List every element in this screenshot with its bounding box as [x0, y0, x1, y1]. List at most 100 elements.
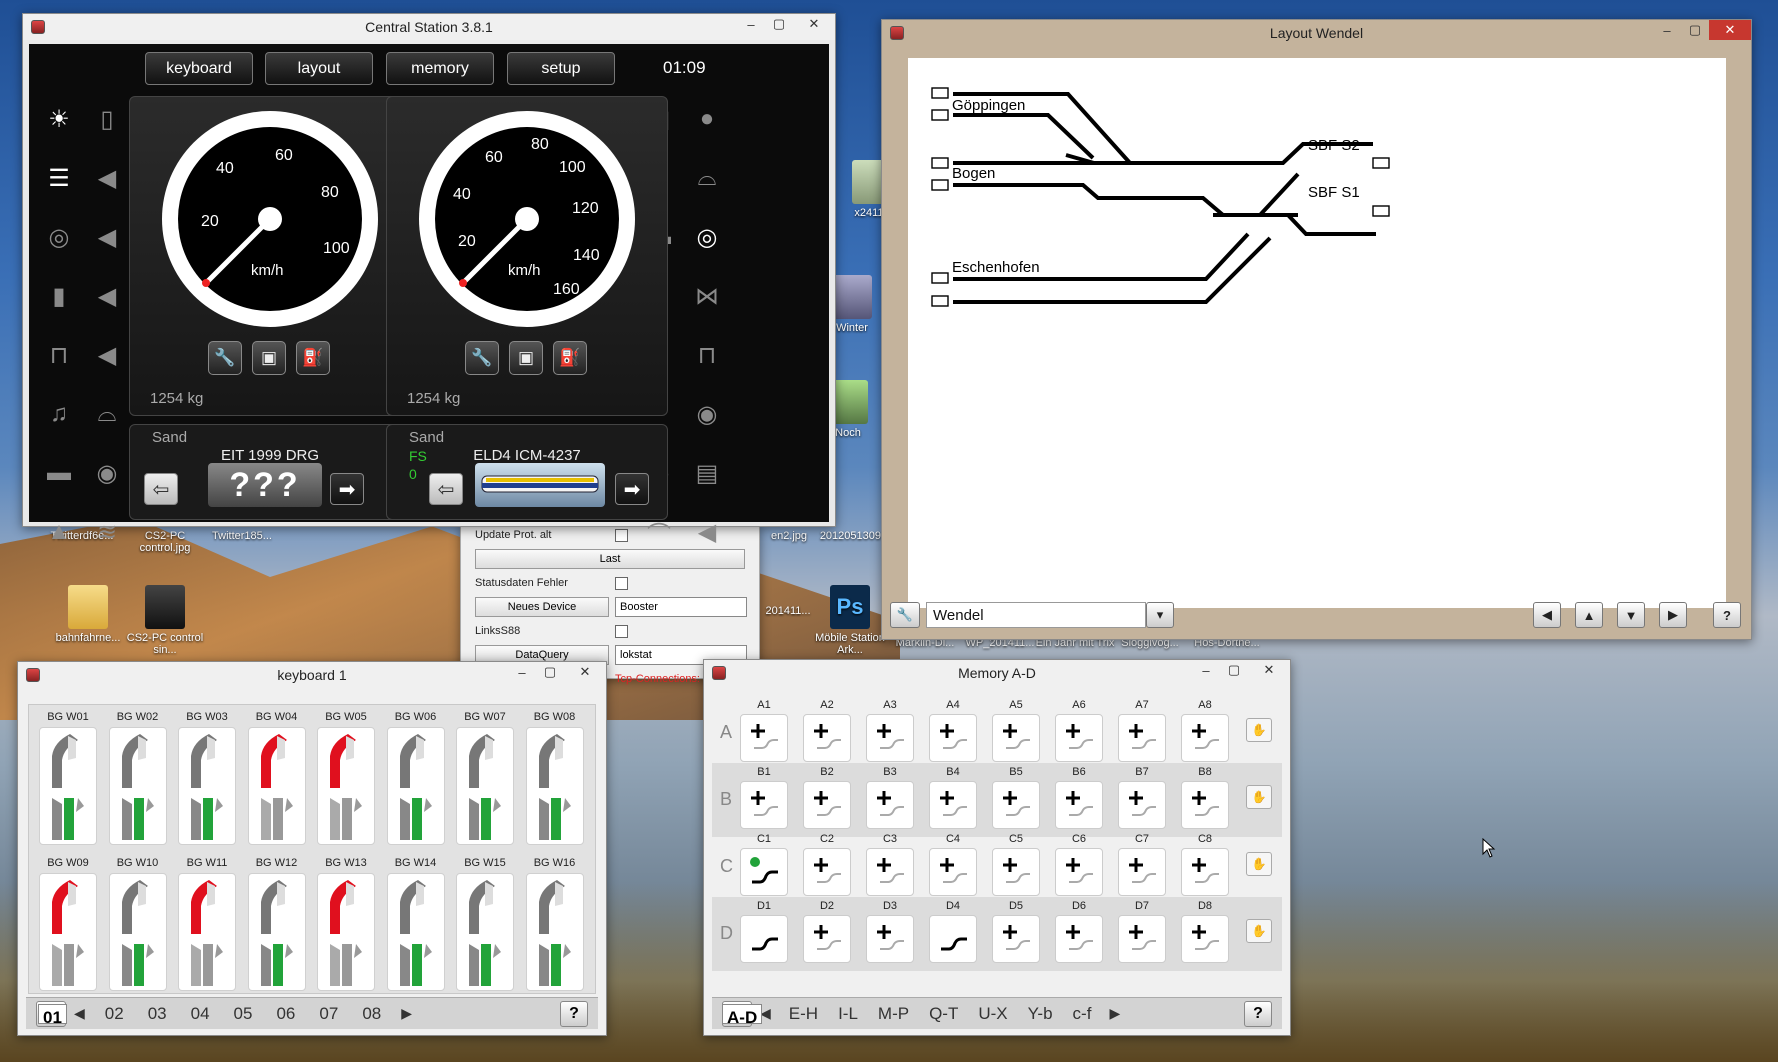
prev-loco-button[interactable]: ⇦ [429, 473, 463, 505]
help-button[interactable]: ? [560, 1000, 588, 1027]
page-c-f[interactable]: c-f [1073, 1004, 1092, 1024]
turnout-cell[interactable]: BG W10 [108, 857, 167, 991]
turnout-cell[interactable]: BG W05 [317, 711, 375, 845]
memory-slot[interactable]: A8 [1181, 696, 1229, 762]
memory-slot-button[interactable] [992, 915, 1040, 963]
turnout-button[interactable] [525, 873, 584, 991]
title-bar[interactable]: Memory A-D – ▢ ✕ [704, 660, 1290, 686]
loco-image-placeholder[interactable]: ??? [208, 463, 322, 507]
bell-icon[interactable]: ▲ [35, 511, 83, 553]
memory-slot-button[interactable] [1055, 915, 1103, 963]
desktop-icon[interactable]: Twitter185... [202, 530, 282, 542]
maximize-button[interactable]: ▢ [536, 662, 564, 682]
memory-slot[interactable]: A4 [929, 696, 977, 762]
memory-slot-button[interactable] [866, 848, 914, 896]
lamp-icon[interactable]: ⌓ [83, 393, 131, 435]
horn3-icon[interactable]: ◀ [83, 275, 131, 317]
desktop-icon[interactable]: CS2-PC control sin... [125, 585, 205, 656]
prev-page-icon[interactable]: ◀ [74, 1005, 85, 1022]
left-speedometer[interactable]: 20 40 60 80 100 km/h [156, 105, 384, 333]
sound-icon[interactable]: ◎ [35, 216, 83, 258]
horn4-icon[interactable]: ◀ [83, 334, 131, 376]
tab-keyboard[interactable]: keyboard [145, 52, 253, 85]
memory-slot[interactable]: A1 [740, 696, 788, 762]
memory-slot-button[interactable] [929, 848, 977, 896]
memory-slot[interactable]: B4 [929, 763, 977, 829]
memory-slot-button[interactable] [803, 781, 851, 829]
fuel-icon[interactable]: ⛽ [553, 341, 587, 375]
turnout-cell[interactable]: BG W06 [386, 711, 445, 845]
lamp2-icon[interactable]: ⌓ [683, 157, 731, 199]
horn2-icon[interactable]: ◀ [83, 216, 131, 258]
memory-slot[interactable]: D5 [992, 897, 1040, 963]
layout-name-field[interactable]: Wendel [926, 602, 1146, 628]
wrench-icon[interactable]: 🔧 [465, 341, 499, 375]
memory-slot-button[interactable] [1181, 848, 1229, 896]
new-device-button[interactable]: Neues Device [475, 597, 609, 617]
next-page-icon[interactable]: ▶ [401, 1005, 412, 1022]
track-diagram[interactable]: Göppingen Bogen Eschenhofen SBF S2 SBF S… [908, 58, 1726, 608]
page-i-l[interactable]: I-L [838, 1004, 858, 1024]
turnout-button[interactable] [178, 873, 236, 991]
close-button[interactable]: ✕ [1248, 660, 1290, 680]
memory-slot-button[interactable] [803, 915, 851, 963]
page-05[interactable]: 05 [234, 1004, 253, 1024]
hand-icon[interactable]: ✋ [1246, 852, 1272, 876]
minimize-button[interactable]: – [737, 14, 765, 34]
memory-slot-button[interactable] [740, 848, 788, 896]
chevron-down-icon[interactable]: ▾ [1146, 602, 1174, 628]
help-button[interactable]: ? [1244, 1000, 1272, 1027]
arrow-down-icon[interactable]: ▼ [1617, 602, 1645, 628]
memory-icon[interactable]: ▣ [252, 341, 286, 375]
title-bar[interactable]: keyboard 1 – ▢ ✕ [18, 662, 606, 688]
turnout-cell[interactable]: BG W09 [39, 857, 97, 991]
turnout-button[interactable] [456, 873, 514, 991]
memory-slot[interactable]: B1 [740, 763, 788, 829]
page-y-b[interactable]: Y-b [1028, 1004, 1053, 1024]
close-button[interactable]: ✕ [793, 14, 835, 34]
maximize-button[interactable]: ▢ [1681, 20, 1709, 40]
title-bar[interactable]: Central Station 3.8.1 – ▢ ✕ [23, 14, 835, 40]
memory-slot-button[interactable] [929, 714, 977, 762]
turnout-cell[interactable]: BG W02 [108, 711, 167, 845]
memory-slot[interactable]: D8 [1181, 897, 1229, 963]
page-04[interactable]: 04 [191, 1004, 210, 1024]
door-icon[interactable]: ▮ [35, 275, 83, 317]
memory-slot[interactable]: B8 [1181, 763, 1229, 829]
page-02[interactable]: 02 [105, 1004, 124, 1024]
photoshop-icon[interactable]: Ps Möbile Station Ark... [810, 585, 890, 656]
memory-slot-button[interactable] [1181, 781, 1229, 829]
memory-slot-button[interactable] [1055, 714, 1103, 762]
maximize-button[interactable]: ▢ [765, 14, 793, 34]
light-icon[interactable]: ☀ [35, 98, 83, 140]
memory-slot[interactable]: C4 [929, 830, 977, 896]
fan-icon[interactable]: ⋈ [683, 275, 731, 317]
memory-slot-button[interactable] [992, 714, 1040, 762]
radio2-icon[interactable]: ◉ [683, 393, 731, 435]
signal-icon[interactable]: ▯ [83, 98, 131, 140]
turnout-button[interactable] [386, 873, 445, 991]
hand-icon[interactable]: ✋ [1246, 919, 1272, 943]
memory-slot[interactable]: D7 [1118, 897, 1166, 963]
tab-memory[interactable]: memory [386, 52, 494, 85]
memory-slot-button[interactable] [803, 848, 851, 896]
memory-slot[interactable]: C6 [1055, 830, 1103, 896]
wrench-icon[interactable]: 🔧 [208, 341, 242, 375]
next-loco-button[interactable]: ➡ [615, 473, 649, 505]
desktop-icon[interactable]: CS2-PC control.jpg [125, 530, 205, 554]
memory-slot[interactable]: D4 [929, 897, 977, 963]
tab-setup[interactable]: setup [507, 52, 615, 85]
flag-icon[interactable]: ◀ [683, 511, 731, 553]
memory-slot[interactable]: C7 [1118, 830, 1166, 896]
page-e-h[interactable]: E-H [789, 1004, 818, 1024]
memory-slot-button[interactable] [1055, 848, 1103, 896]
memory-slot[interactable]: D2 [803, 897, 851, 963]
close-button[interactable]: ✕ [1709, 20, 1751, 40]
horn-icon[interactable]: ◀ [83, 157, 131, 199]
memory-slot[interactable]: B6 [1055, 763, 1103, 829]
turnout-button[interactable] [317, 873, 375, 991]
maximize-button[interactable]: ▢ [1220, 660, 1248, 680]
next-loco-button[interactable]: ➡ [330, 473, 364, 505]
page-08[interactable]: 08 [362, 1004, 381, 1024]
turnout-button[interactable] [247, 727, 306, 845]
